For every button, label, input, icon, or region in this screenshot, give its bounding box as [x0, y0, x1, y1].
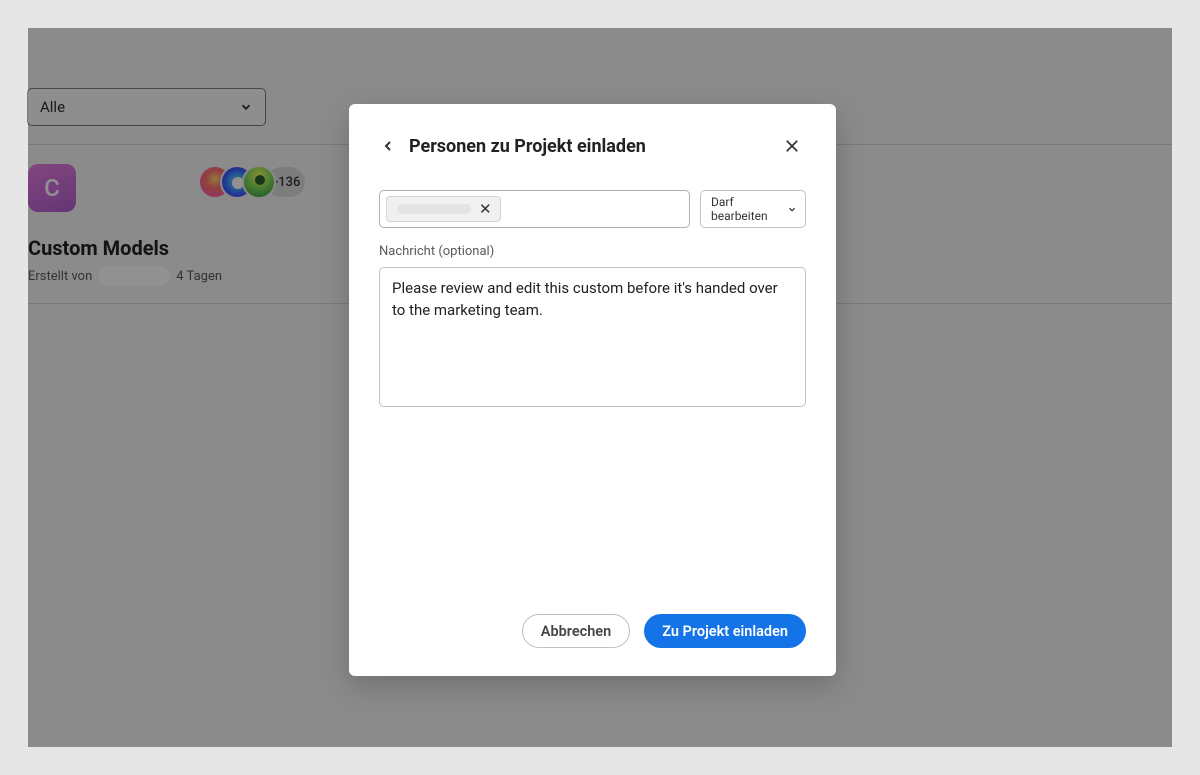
message-label: Nachricht (optional)	[379, 244, 806, 259]
back-button[interactable]	[379, 137, 397, 155]
invite-row: ✕ Darf bearbeiten	[379, 190, 806, 228]
invitee-input[interactable]: ✕	[379, 190, 690, 228]
invitee-chip[interactable]: ✕	[386, 196, 501, 222]
permission-selected: Darf bearbeiten	[711, 195, 787, 223]
invitee-name-placeholder	[397, 204, 471, 214]
chevron-down-icon	[787, 204, 797, 215]
invite-modal: Personen zu Projekt einladen ✕ Darf bear…	[349, 104, 836, 676]
permission-dropdown[interactable]: Darf bearbeiten	[700, 190, 806, 228]
message-textarea[interactable]	[379, 267, 806, 407]
invite-button[interactable]: Zu Projekt einladen	[644, 614, 806, 648]
cancel-button[interactable]: Abbrechen	[522, 614, 630, 648]
modal-title: Personen zu Projekt einladen	[409, 136, 766, 157]
remove-chip-button[interactable]: ✕	[477, 202, 494, 217]
close-button[interactable]	[778, 132, 806, 160]
close-icon	[783, 137, 801, 155]
modal-footer: Abbrechen Zu Projekt einladen	[379, 614, 806, 648]
modal-header: Personen zu Projekt einladen	[379, 132, 806, 160]
chevron-left-icon	[380, 138, 396, 154]
